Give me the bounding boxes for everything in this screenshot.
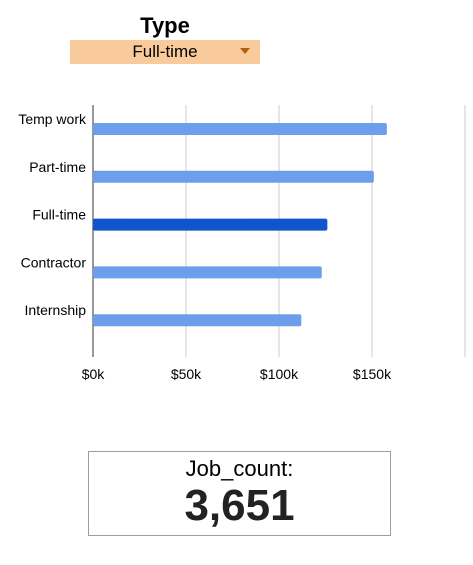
bar-chart: Temp work Part-time Full-time Contractor Int… xyxy=(18,105,466,382)
x-tick-label: $50k xyxy=(171,366,202,382)
filter-title: Type xyxy=(140,13,190,38)
category-label: Part-time xyxy=(29,159,86,175)
dropdown-selected-value: Full-time xyxy=(132,42,198,61)
x-tick-label: $150k xyxy=(353,366,392,382)
category-label: Contractor xyxy=(21,254,87,270)
category-label: Temp work xyxy=(18,111,87,127)
bar-temp-work[interactable] xyxy=(93,123,387,135)
caret-down-icon xyxy=(240,48,250,54)
scorecard-label: Job_count: xyxy=(185,456,294,481)
scorecard-value: 3,651 xyxy=(184,481,295,530)
bar-full-time[interactable] xyxy=(93,218,328,231)
category-label: Full-time xyxy=(32,207,86,223)
x-tick-label: $100k xyxy=(260,366,299,382)
type-dropdown[interactable]: Full-time xyxy=(70,40,260,64)
bar-internship[interactable] xyxy=(93,314,302,327)
bar-part-time[interactable] xyxy=(93,170,374,183)
x-tick-label: $0k xyxy=(82,366,106,382)
job-count-scorecard: Job_count: 3,651 xyxy=(88,451,391,536)
bar-contractor[interactable] xyxy=(93,266,322,279)
category-label: Internship xyxy=(25,302,87,318)
